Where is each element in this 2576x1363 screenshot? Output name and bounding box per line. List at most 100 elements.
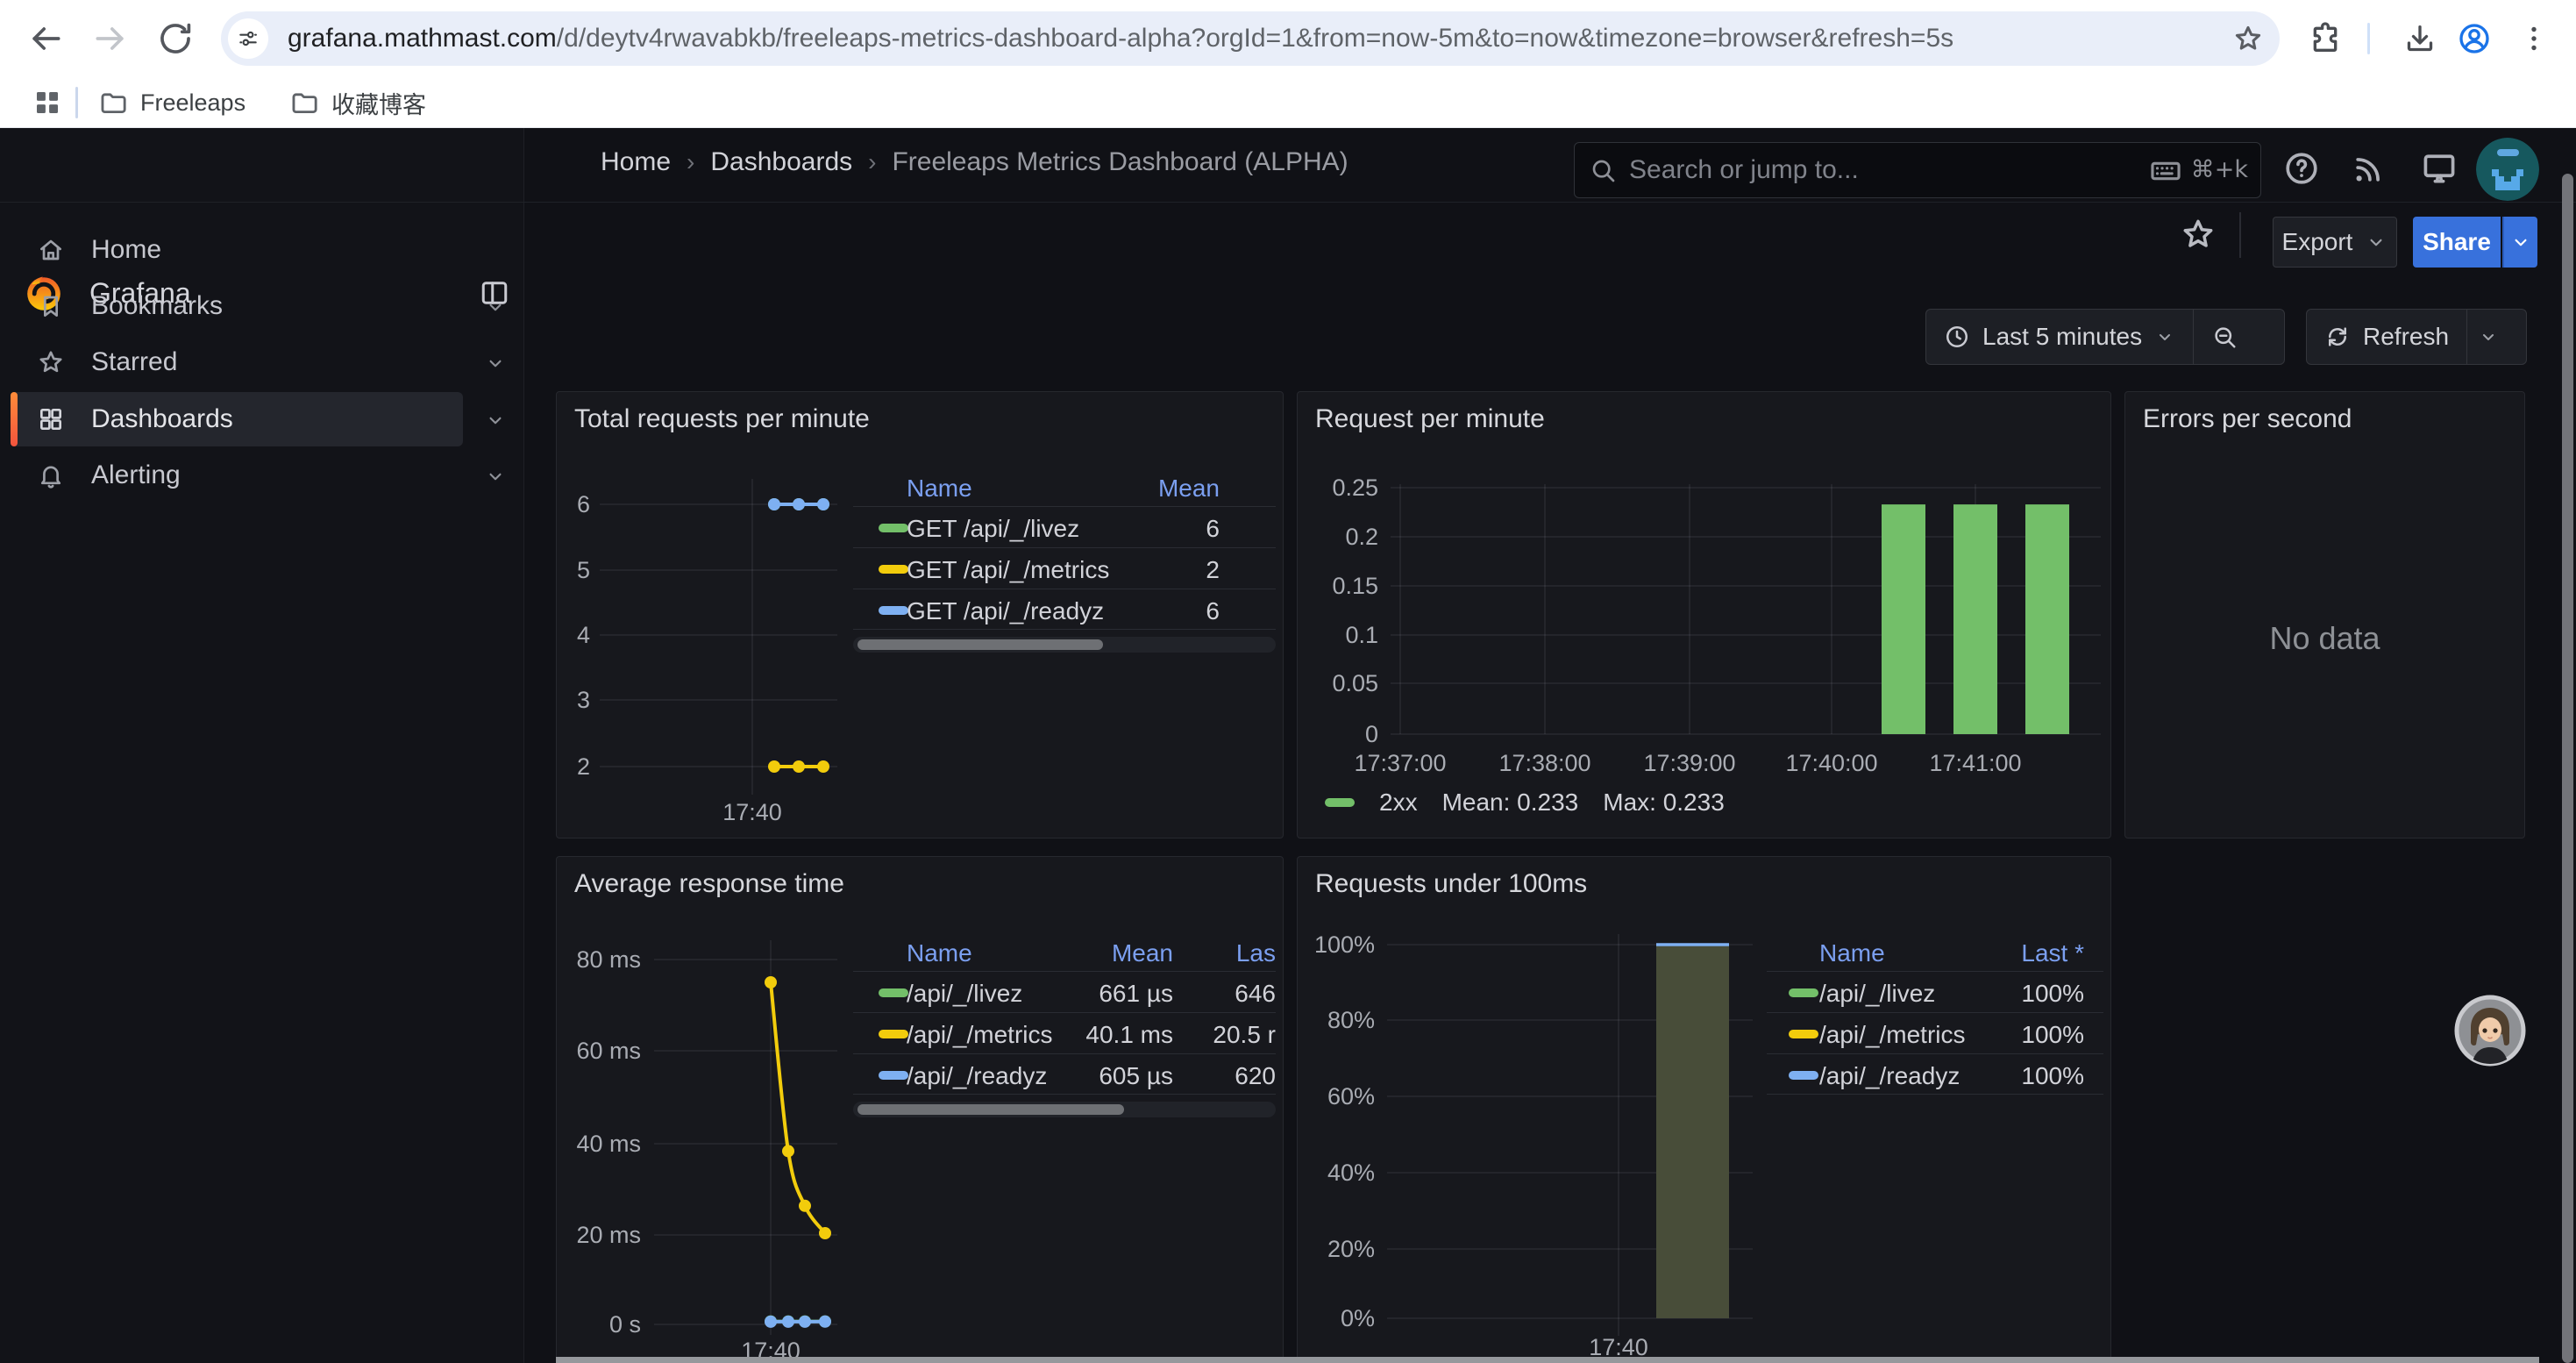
search-box[interactable]: ⌘+k	[1574, 142, 2261, 198]
panel-request-per-minute: Request per minute0.250.20.150.10.05017:…	[1297, 391, 2111, 838]
series-color-pill	[1789, 1030, 1818, 1038]
series-name[interactable]: /api/_/livez	[1819, 980, 1935, 1008]
svg-text:0 s: 0 s	[609, 1311, 641, 1338]
sidebar-item-bg	[11, 223, 463, 277]
help-icon[interactable]	[2282, 149, 2321, 188]
page-scrollbar[interactable]	[2562, 174, 2573, 1363]
chevron-down-icon	[2154, 326, 2175, 347]
sidebar-item-bookmarks[interactable]: Bookmarks	[0, 279, 524, 333]
series-name[interactable]: /api/_/readyz	[907, 1062, 1047, 1090]
sidebar-item-alerting[interactable]: Alerting	[0, 448, 524, 503]
svg-text:0.05: 0.05	[1332, 670, 1378, 696]
series-name[interactable]: /api/_/readyz	[1819, 1062, 1960, 1090]
bookmark-icon	[37, 292, 65, 320]
legend-scrollbar-thumb[interactable]	[857, 639, 1103, 650]
time-range-picker[interactable]: Last 5 minutes	[1926, 310, 2193, 364]
user-avatar[interactable]	[2476, 138, 2539, 201]
folder-icon	[289, 88, 319, 118]
bookmark-star-icon[interactable]	[2232, 23, 2264, 54]
series-color-pill	[1789, 988, 1818, 997]
sidebar-item-label: Starred	[91, 347, 177, 377]
sub-toolbar-divider	[2239, 212, 2241, 258]
share-menu-button[interactable]	[2502, 217, 2537, 268]
svg-text:20 ms: 20 ms	[576, 1222, 641, 1248]
series-name[interactable]: GET /api/_/metrics	[907, 556, 1109, 584]
legend-header: NameMean	[853, 467, 1276, 506]
search-icon	[1589, 156, 1617, 184]
extensions-icon[interactable]	[2308, 21, 2343, 56]
breadcrumb-item[interactable]: Dashboards	[710, 147, 852, 177]
series-name[interactable]: /api/_/metrics	[907, 1021, 1053, 1049]
series-name[interactable]: /api/_/metrics	[1819, 1021, 1966, 1049]
series-name[interactable]: GET /api/_/readyz	[907, 597, 1104, 625]
sidebar-item-bg	[11, 392, 463, 446]
address-bar[interactable]: grafana.mathmast.com/d/deytv4rwavabkb/fr…	[221, 11, 2280, 66]
legend-scrollbar[interactable]	[853, 1102, 1276, 1117]
time-range-label: Last 5 minutes	[1982, 323, 2142, 351]
sidebar-item-dashboards[interactable]: Dashboards	[0, 392, 524, 446]
zoom-out-button[interactable]	[2194, 310, 2255, 364]
assistant-avatar[interactable]	[2454, 995, 2526, 1067]
panel-average-response-time: Average response time80 ms60 ms40 ms20 m…	[556, 856, 1284, 1363]
series-mean: 40.1 ms	[1085, 1021, 1173, 1049]
bookmark-folder[interactable]: 收藏博客	[289, 77, 426, 128]
home-icon	[37, 236, 65, 264]
svg-text:17:41:00: 17:41:00	[1929, 750, 2021, 776]
horizontal-scrollbar[interactable]	[556, 1357, 2539, 1363]
sidebar-item-bg	[11, 279, 463, 333]
legend-scrollbar-thumb[interactable]	[857, 1104, 1124, 1115]
series-color-pill	[879, 565, 908, 574]
series-mean: 2	[1206, 556, 1220, 584]
site-settings-icon[interactable]	[228, 18, 268, 59]
svg-text:0: 0	[1365, 721, 1378, 747]
url-domain: grafana.mathmast.com	[288, 24, 557, 53]
favorite-dashboard-icon[interactable]	[2180, 216, 2217, 253]
svg-text:17:38:00: 17:38:00	[1498, 750, 1590, 776]
chevron-down-icon[interactable]	[484, 352, 507, 375]
news-rss-icon[interactable]	[2350, 149, 2388, 188]
sidebar-item-label: Home	[91, 235, 161, 265]
browser-toolbar: grafana.mathmast.com/d/deytv4rwavabkb/fr…	[0, 0, 2576, 77]
chevron-down-icon[interactable]	[484, 465, 507, 488]
svg-text:3: 3	[577, 687, 590, 713]
breadcrumb-item[interactable]: Home	[601, 147, 671, 177]
svg-text:60 ms: 60 ms	[576, 1038, 641, 1064]
refresh-button[interactable]: Refresh	[2307, 310, 2466, 364]
chevron-down-icon[interactable]	[484, 296, 507, 318]
sidebar-item-starred[interactable]: Starred	[0, 335, 524, 389]
browser-menu-icon[interactable]	[2518, 21, 2550, 56]
breadcrumb-separator: ›	[868, 148, 876, 176]
bookmarks-bar: Freeleaps 收藏博客	[0, 77, 2576, 128]
series-color-pill	[1789, 1071, 1818, 1080]
monitor-icon[interactable]	[2420, 149, 2459, 188]
legend-scrollbar[interactable]	[853, 637, 1276, 653]
svg-text:4: 4	[577, 622, 590, 648]
export-button[interactable]: Export	[2273, 217, 2397, 268]
bookmark-folder[interactable]: Freeleaps	[98, 77, 246, 128]
chevron-down-icon	[2365, 231, 2387, 253]
legend-row: GET /api/_/metrics 2	[853, 547, 1276, 589]
series-name[interactable]: GET /api/_/livez	[907, 515, 1079, 543]
sidebar-item-home[interactable]: Home	[0, 223, 524, 277]
legend-table: NameMeanLas/api/_/livez661 µs646/api/_/m…	[853, 932, 1276, 1117]
search-input[interactable]	[1629, 144, 1980, 196]
legend-column-header: Las	[1236, 939, 1276, 967]
forward-icon[interactable]	[91, 19, 130, 58]
back-icon[interactable]	[26, 19, 65, 58]
series-color-pill	[879, 988, 908, 997]
reload-icon[interactable]	[156, 19, 195, 58]
profile-icon[interactable]	[2457, 21, 2492, 56]
share-button[interactable]: Share	[2413, 217, 2501, 268]
apps-grid-icon[interactable]	[32, 87, 63, 118]
refresh-interval-button[interactable]	[2467, 310, 2509, 364]
bookmark-label: Freeleaps	[140, 89, 246, 117]
chevron-down-icon[interactable]	[484, 409, 507, 432]
series-name[interactable]: /api/_/livez	[907, 980, 1022, 1008]
downloads-icon[interactable]	[2402, 21, 2437, 56]
legend-row: /api/_/metrics100%	[1767, 1012, 2103, 1053]
svg-text:0.1: 0.1	[1345, 622, 1378, 648]
panel-title[interactable]: Errors per second	[2143, 404, 2352, 434]
legend-name[interactable]: 2xx	[1379, 789, 1418, 817]
legend-mean: Mean: 0.233	[1442, 789, 1579, 817]
svg-text:5: 5	[577, 557, 590, 583]
